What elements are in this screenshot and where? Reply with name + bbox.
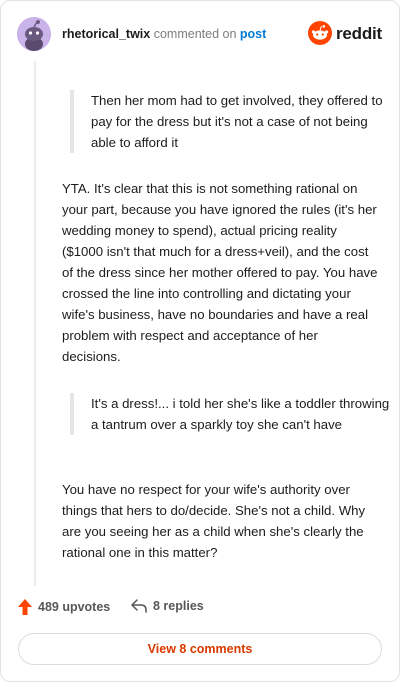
reply-count: 8 replies <box>153 599 204 613</box>
username-link[interactable]: rhetorical_twix <box>62 27 150 41</box>
snoo-avatar-icon <box>17 17 51 51</box>
blockquote: It's a dress!... i told her she's like a… <box>70 393 396 435</box>
commented-on-text: commented on <box>153 27 237 41</box>
view-comments-label: View 8 comments <box>147 642 253 656</box>
byline: rhetorical_twix commented on post <box>62 27 266 41</box>
reddit-wordmark: reddit <box>336 24 383 43</box>
comment-card: rhetorical_twix commented on post reddit… <box>0 0 400 682</box>
blockquote: Then her mom had to get involved, they o… <box>70 90 396 153</box>
replies-button[interactable]: 8 replies <box>131 599 204 613</box>
upvote-arrow-icon <box>18 599 32 615</box>
reply-arrow-icon <box>131 599 147 613</box>
quote-text: Then her mom had to get involved, they o… <box>91 93 383 150</box>
view-comments-button[interactable]: View 8 comments <box>18 633 382 665</box>
quote-text: It's a dress!... i told her she's like a… <box>91 396 390 432</box>
upvote-count: 489 upvotes <box>38 600 111 614</box>
upvote-button[interactable]: 489 upvotes <box>18 599 110 615</box>
thread-line <box>34 61 36 586</box>
comment-footer: 489 upvotes 8 replies <box>18 599 378 619</box>
reddit-snoo-icon <box>308 21 332 45</box>
comment-paragraph: YTA. It's clear that this is not somethi… <box>62 181 378 364</box>
user-avatar[interactable] <box>17 17 51 51</box>
comment-paragraph: You have no respect for your wife's auth… <box>62 482 366 560</box>
post-link[interactable]: post <box>240 27 266 41</box>
comment-header: rhetorical_twix commented on post reddit <box>17 17 383 51</box>
reddit-logo[interactable]: reddit <box>308 21 383 47</box>
